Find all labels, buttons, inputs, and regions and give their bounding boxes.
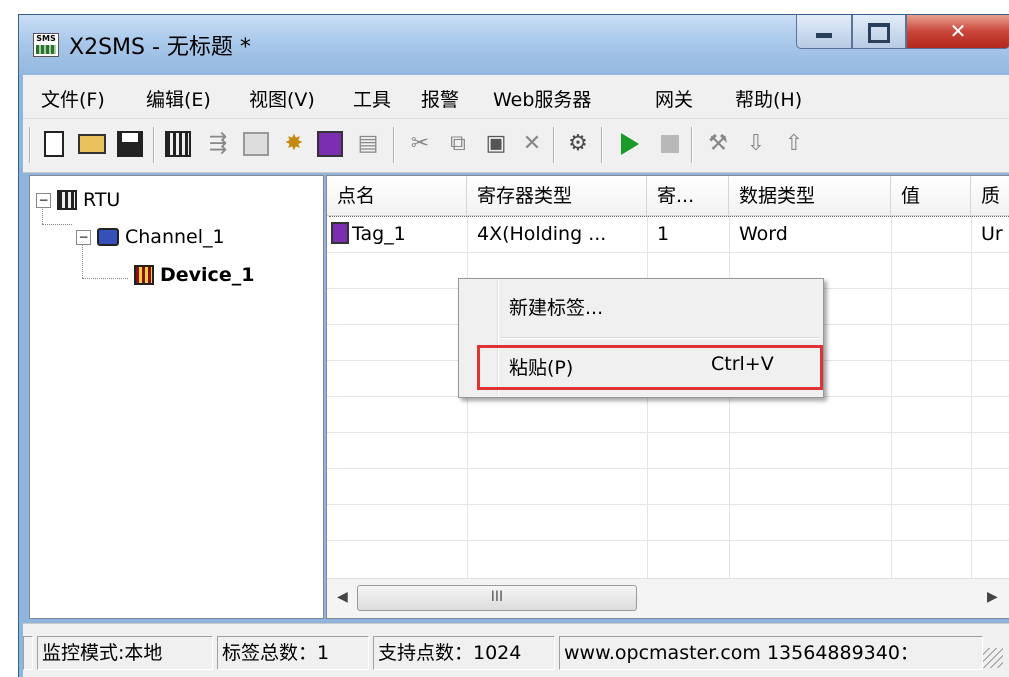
toolbar-separator — [393, 127, 395, 163]
menu-alarm[interactable]: 报警 — [421, 85, 459, 112]
tree-node-device[interactable]: Device_1 — [134, 264, 254, 286]
menu-item-new-tag[interactable]: 新建标签... — [509, 293, 603, 320]
menu-help[interactable]: 帮助(H) — [735, 85, 802, 112]
tree-label-device: Device_1 — [160, 264, 255, 286]
monitor-icon[interactable]: ⚙ — [563, 129, 593, 159]
status-bar: 监控模式:本地 标签总数：1 支持点数：1024 www.opcmaster.c… — [23, 623, 1009, 677]
app-icon: SMS — [33, 33, 59, 57]
row-divider — [327, 252, 1009, 253]
tree-label-rtu: RTU — [83, 189, 121, 211]
row-divider — [327, 504, 1009, 505]
tree-connector — [42, 224, 72, 225]
menu-web-server[interactable]: Web服务器 — [493, 85, 591, 112]
row-divider — [327, 468, 1009, 469]
tree-node-rtu[interactable]: − RTU — [36, 189, 120, 211]
menu-separator — [501, 337, 819, 339]
close-icon: ✕ — [949, 19, 967, 43]
collapse-icon[interactable]: − — [36, 192, 51, 208]
tree-view[interactable]: − RTU − Channel_1 Device_1 — [29, 175, 324, 619]
channel-icon[interactable]: ⇶ — [203, 129, 233, 159]
channel-icon — [97, 228, 119, 246]
maximize-icon — [853, 19, 905, 48]
status-supported-points: 支持点数：1024 — [373, 636, 555, 670]
tools-icon[interactable]: ⚒ — [703, 129, 733, 159]
status-tag-count: 标签总数：1 — [217, 636, 369, 670]
scroll-thumb-grip: III — [490, 589, 504, 605]
tree-node-channel[interactable]: − Channel_1 — [76, 226, 225, 248]
app-icon-text: SMS — [36, 34, 56, 43]
address-cell: 1 — [657, 223, 670, 245]
column-header-register-type[interactable]: 寄存器类型 — [467, 176, 647, 216]
row-divider — [327, 432, 1009, 433]
new-tag-icon[interactable] — [315, 129, 345, 159]
menu-tools[interactable]: 工具 — [353, 85, 391, 112]
run-icon[interactable] — [615, 129, 645, 159]
rtu-icon[interactable] — [163, 129, 193, 159]
column-header-data-type[interactable]: 数据类型 — [729, 176, 891, 216]
status-pane-truncated — [23, 636, 33, 670]
menu-view[interactable]: 视图(V) — [249, 85, 315, 112]
paste-icon[interactable]: ▣ — [481, 129, 511, 159]
menu-gateway[interactable]: 网关 — [655, 85, 693, 112]
window-title: X2SMS - 无标题 * — [69, 35, 251, 60]
value-cell — [891, 216, 971, 252]
tag-name-cell: Tag_1 — [327, 216, 467, 252]
column-header-value[interactable]: 值 — [891, 176, 971, 216]
open-icon[interactable] — [77, 129, 107, 159]
toolbar-separator — [153, 127, 155, 163]
register-type-cell: 4X(Holding ... — [477, 223, 607, 245]
scroll-thumb[interactable]: III — [357, 585, 637, 611]
save-icon[interactable] — [115, 129, 145, 159]
scroll-left-icon[interactable]: ◀ — [337, 589, 348, 605]
scroll-right-icon[interactable]: ▶ — [987, 589, 998, 605]
toolbar-separator — [691, 127, 693, 163]
toolbar-separator — [29, 127, 31, 163]
status-contact: www.opcmaster.com 13564889340： — [559, 636, 983, 670]
menu-bar: 文件(F) 编辑(E) 视图(V) 工具 报警 Web服务器 网关 帮助(H) — [23, 75, 1009, 119]
maximize-button[interactable] — [852, 15, 906, 49]
column-divider — [971, 216, 972, 578]
new-icon[interactable] — [39, 129, 69, 159]
column-header-name[interactable]: 点名 — [327, 176, 467, 216]
rtu-icon — [57, 190, 77, 210]
properties-icon[interactable]: ▤ — [353, 129, 383, 159]
copy-icon[interactable]: ⧉ — [443, 129, 473, 159]
highlight-annotation — [477, 345, 823, 390]
menu-file[interactable]: 文件(F) — [41, 85, 105, 112]
new-device-icon[interactable]: ✸ — [279, 129, 309, 159]
data-type-cell: Word — [739, 223, 788, 245]
column-header-quality[interactable]: 质 — [971, 176, 1009, 216]
device-icon — [134, 265, 154, 285]
status-mode: 监控模式:本地 — [37, 636, 213, 670]
table-row[interactable]: Tag_1 4X(Holding ... 1 Word Ur — [327, 216, 1009, 252]
column-divider — [891, 216, 892, 578]
delete-icon[interactable]: ✕ — [517, 129, 547, 159]
tree-label-channel: Channel_1 — [125, 226, 225, 248]
collapse-icon[interactable]: − — [76, 229, 91, 245]
close-button[interactable]: ✕ — [906, 15, 1009, 49]
device-icon[interactable] — [241, 129, 271, 159]
horizontal-scrollbar[interactable]: ◀ III ▶ — [327, 578, 1009, 618]
quality-cell: Ur — [981, 223, 1003, 245]
load-icon[interactable]: ⇩ — [741, 129, 771, 159]
resize-grip-icon[interactable] — [983, 648, 1003, 668]
minimize-button[interactable] — [796, 15, 852, 49]
minimize-icon — [797, 19, 851, 43]
toolbar-separator — [553, 127, 555, 163]
title-bar[interactable]: SMS X2SMS - 无标题 * ✕ — [19, 15, 1009, 75]
menu-edit[interactable]: 编辑(E) — [146, 85, 211, 112]
tag-icon — [331, 221, 349, 244]
list-header: 点名 寄存器类型 寄... 数据类型 值 质 — [327, 176, 1009, 216]
cut-icon[interactable]: ✂ — [405, 129, 435, 159]
toolbar-separator — [601, 127, 603, 163]
tag-name: Tag_1 — [352, 223, 406, 245]
stop-icon[interactable] — [655, 129, 685, 159]
row-divider — [327, 540, 1009, 541]
upload-icon[interactable]: ⇧ — [779, 129, 809, 159]
tree-connector — [82, 278, 128, 279]
toolbar: ⇶ ✸ ▤ ✂ ⧉ ▣ ✕ ⚙ ⚒ ⇩ ⇧ — [23, 119, 1009, 173]
column-header-address[interactable]: 寄... — [647, 176, 729, 216]
